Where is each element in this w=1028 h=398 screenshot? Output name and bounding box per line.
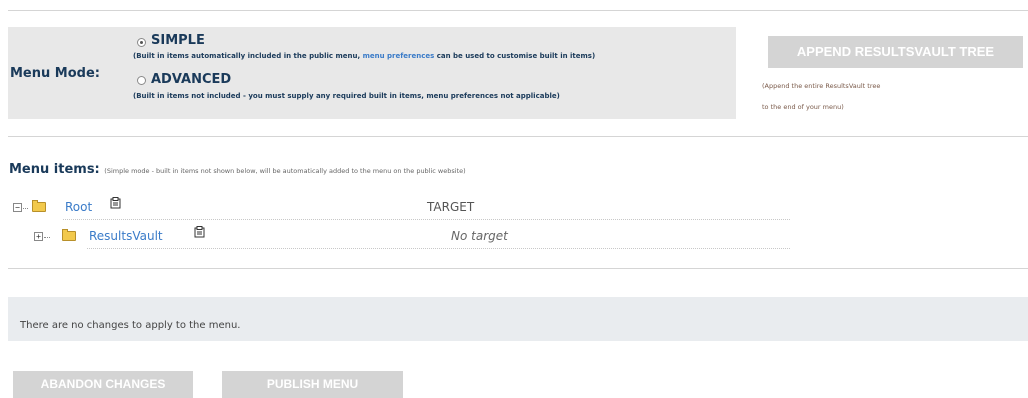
simple-radio[interactable] [137, 38, 146, 47]
root-collapse-toggle[interactable]: − [13, 203, 22, 212]
publish-menu-button[interactable]: PUBLISH MENU [222, 371, 403, 398]
simple-option-label[interactable]: SIMPLE [151, 33, 205, 48]
folder-icon [62, 229, 76, 241]
root-target: TARGET [427, 200, 475, 214]
simple-option-description: (Built in items automatically included i… [133, 52, 595, 60]
append-note-line1: (Append the entire ResultsVault tree [762, 82, 881, 90]
menu-preferences-link[interactable]: menu preferences [363, 52, 435, 60]
resultsvault-target: No target [451, 229, 508, 243]
resultsvault-expand-toggle[interactable]: + [34, 232, 43, 241]
menu-mode-label: Menu Mode: [10, 66, 100, 81]
mode-divider [8, 136, 1028, 137]
resultsvault-row-underline [87, 248, 790, 249]
menu-items-title: Menu items: [9, 162, 100, 177]
tree-item-resultsvault[interactable]: ResultsVault [89, 229, 163, 243]
root-connector [23, 208, 28, 210]
resultsvault-connector [44, 237, 50, 239]
status-message: There are no changes to apply to the men… [20, 320, 241, 331]
root-row-underline [63, 219, 790, 220]
append-note-line2: to the end of your menu) [762, 103, 844, 111]
add-child-icon[interactable] [110, 197, 121, 209]
abandon-changes-button[interactable]: ABANDON CHANGES [13, 371, 193, 398]
advanced-radio[interactable] [137, 76, 146, 85]
append-resultsvault-tree-button[interactable]: APPEND RESULTSVAULT TREE [768, 36, 1023, 68]
status-panel [8, 297, 1028, 341]
advanced-option-label[interactable]: ADVANCED [151, 72, 231, 87]
tree-item-root[interactable]: Root [65, 200, 92, 214]
menu-items-heading: Menu items: (Simple mode - built in item… [9, 162, 466, 177]
advanced-option-description: (Built in items not included - you must … [133, 92, 560, 100]
tree-divider [8, 268, 1028, 269]
folder-open-icon [32, 200, 46, 212]
simple-desc-before: (Built in items automatically included i… [133, 52, 363, 60]
simple-desc-after: can be used to customise built in items) [434, 52, 596, 60]
add-child-icon[interactable] [194, 226, 205, 238]
menu-mode-panel [8, 27, 736, 119]
top-divider [8, 10, 1028, 11]
menu-items-subtitle: (Simple mode - built in items not shown … [104, 167, 466, 175]
